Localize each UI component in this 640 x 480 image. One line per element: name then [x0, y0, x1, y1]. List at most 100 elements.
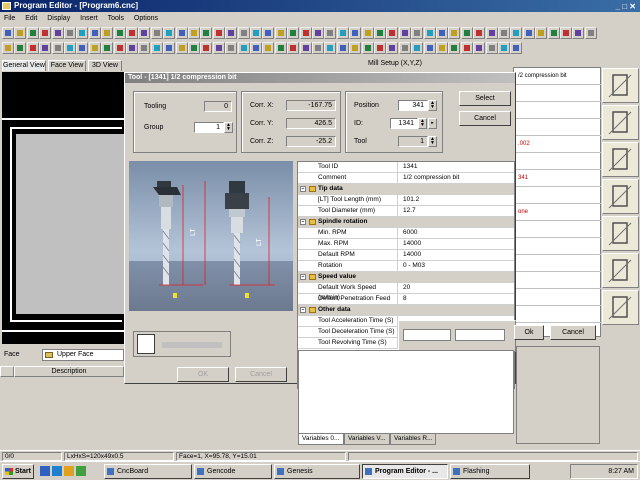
property-row[interactable] [514, 119, 601, 136]
toolbar-button[interactable] [547, 27, 560, 39]
toolbar-button[interactable] [64, 27, 76, 39]
toolbar-button[interactable] [212, 42, 225, 54]
property-row[interactable]: Rotation 0 - M03 [298, 261, 514, 272]
toolbar-button[interactable] [411, 27, 424, 39]
toolbar-button[interactable] [361, 42, 374, 54]
variables-area[interactable] [298, 350, 514, 434]
toolbar-button[interactable] [237, 42, 250, 54]
toolbar-button[interactable] [498, 42, 510, 54]
toolbar-button[interactable] [113, 27, 126, 39]
toolbar-button[interactable] [448, 42, 461, 54]
property-row[interactable]: Default Penetration Feed (m/min)8 [298, 294, 514, 312]
toolbar-button[interactable] [398, 27, 411, 39]
property-row[interactable]: .002 [514, 136, 601, 153]
toolbar-button[interactable] [26, 42, 39, 54]
property-row[interactable] [514, 289, 601, 306]
property-row[interactable] [514, 306, 601, 323]
quicklaunch-ie-icon[interactable] [52, 466, 62, 476]
line-icon[interactable] [602, 142, 639, 177]
toolbar-button[interactable] [436, 42, 448, 54]
property-row[interactable]: Default RPM 14000 [298, 250, 514, 261]
overlay-input[interactable] [403, 329, 451, 341]
toolbar-button[interactable] [349, 27, 362, 39]
toolbar-button[interactable] [51, 42, 64, 54]
toolbar-button[interactable] [436, 27, 448, 39]
menu-insert[interactable]: Insert [80, 13, 98, 24]
toolbar-button[interactable] [163, 42, 176, 54]
toolbar-button[interactable] [274, 27, 287, 39]
toolbar-button[interactable] [274, 42, 287, 54]
drill-tool-icon[interactable] [602, 68, 639, 103]
property-row[interactable]: Min. RPM 6000 [298, 228, 514, 239]
task-cncboard[interactable]: CncBoard [104, 464, 192, 479]
toolbar-button[interactable] [39, 42, 52, 54]
toolbar-button[interactable] [262, 27, 275, 39]
task-flashing[interactable]: Flashing [450, 464, 530, 479]
toolbar-button[interactable] [113, 42, 126, 54]
toolbar-button[interactable] [150, 42, 163, 54]
property-row[interactable]: [LT] Tool Length (mm) 101.2 [298, 195, 514, 206]
machine-icon[interactable] [602, 290, 639, 325]
toolbar-button[interactable] [324, 42, 337, 54]
tab-general-view[interactable]: General View [2, 60, 46, 71]
lathe-icon[interactable] [602, 253, 639, 288]
quicklaunch-app-icon[interactable] [76, 466, 86, 476]
toolbar-button[interactable] [163, 27, 176, 39]
toolbar-button[interactable] [460, 27, 473, 39]
toolbar-button[interactable] [299, 27, 312, 39]
toolbar-button[interactable] [237, 27, 250, 39]
toolbar-button[interactable] [26, 27, 39, 39]
column-header-description[interactable]: Description [14, 366, 124, 377]
toolbar-button[interactable] [150, 27, 163, 39]
toolbar-button[interactable] [336, 27, 349, 39]
corr-z-field[interactable]: -25.2 [286, 136, 336, 147]
quicklaunch-folder-icon[interactable] [64, 466, 74, 476]
property-group-header[interactable]: − Other data [298, 305, 514, 316]
start-button[interactable]: Start [2, 464, 34, 479]
menu-tools[interactable]: Tools [108, 13, 124, 24]
toolbar-button[interactable] [287, 27, 300, 39]
toolbar-button[interactable] [336, 42, 349, 54]
window-controls[interactable]: _ □ ✕ [616, 1, 636, 13]
toolbar-button[interactable] [88, 27, 101, 39]
toolbar-button[interactable] [225, 27, 238, 39]
tool-holder-icon[interactable] [602, 105, 639, 140]
toolbar-button[interactable] [250, 27, 262, 39]
property-row[interactable]: Max. RPM 14000 [298, 239, 514, 250]
toolbar-button[interactable] [312, 27, 324, 39]
outer-ok-button[interactable]: Ok [514, 325, 544, 340]
toolbar-button[interactable] [200, 27, 213, 39]
toolbar-button[interactable] [423, 27, 436, 39]
property-value[interactable]: 101.2 [400, 195, 514, 206]
overlay-input-2[interactable] [455, 329, 505, 341]
property-row[interactable]: one [514, 204, 601, 221]
group-spinner[interactable]: ▲ ▼ [224, 122, 233, 133]
property-value[interactable]: 8 [400, 294, 514, 305]
toolbar-button[interactable] [101, 42, 114, 54]
property-row[interactable] [514, 221, 601, 238]
toolbar-button[interactable] [175, 42, 188, 54]
toolbar-button[interactable] [138, 27, 151, 39]
property-row[interactable]: /2 compression bit [514, 68, 601, 85]
outer-cancel-button[interactable]: Cancel [550, 325, 596, 340]
toolbar-button[interactable] [76, 42, 89, 54]
toolbar-button[interactable] [448, 27, 461, 39]
property-row[interactable] [514, 255, 601, 272]
property-group-header[interactable]: − Spindle rotation [298, 217, 514, 228]
description-list[interactable] [0, 377, 124, 443]
property-value[interactable]: 20 [400, 283, 514, 294]
dialog-cancel-button[interactable]: Cancel [235, 367, 287, 382]
toolbar-button[interactable] [584, 27, 597, 39]
toolbar-button[interactable] [386, 27, 399, 39]
property-row[interactable] [514, 102, 601, 119]
property-row[interactable]: Comment 1/2 compression bit [298, 173, 514, 184]
toolbar-button[interactable] [398, 42, 411, 54]
select-button[interactable]: Select [459, 91, 511, 106]
property-row[interactable] [514, 238, 601, 255]
menu-edit[interactable]: Edit [25, 13, 37, 24]
corr-x-field[interactable]: -167.75 [286, 100, 336, 111]
toolbar-button[interactable] [51, 27, 64, 39]
toolbar-button[interactable] [423, 42, 436, 54]
toolbar-button[interactable] [14, 42, 27, 54]
property-row[interactable]: Tool ID 1341 [298, 162, 514, 173]
